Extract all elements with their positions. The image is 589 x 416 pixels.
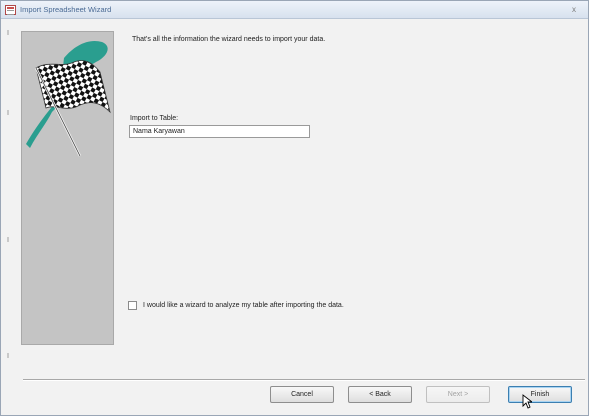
border-mark (7, 353, 9, 358)
border-mark (7, 30, 9, 35)
button-separator (23, 379, 585, 381)
import-to-table-input[interactable]: Nama Karyawan (129, 125, 310, 138)
window-title: Import Spreadsheet Wizard (20, 5, 112, 14)
mouse-pointer-icon (522, 394, 532, 409)
checkered-flag-icon (26, 40, 111, 157)
cancel-button[interactable]: Cancel (270, 386, 334, 403)
analyze-checkbox-label: I would like a wizard to analyze my tabl… (143, 302, 344, 309)
next-button[interactable]: Next > (426, 386, 490, 403)
close-button[interactable]: x (568, 4, 580, 15)
import-spreadsheet-wizard-window: Import Spreadsheet Wizard x That's all t… (0, 0, 589, 416)
access-app-icon (5, 5, 16, 15)
finish-button[interactable]: Finish (508, 386, 572, 403)
title-bar[interactable]: Import Spreadsheet Wizard x (1, 1, 588, 19)
analyze-checkbox[interactable] (128, 301, 137, 310)
back-button[interactable]: < Back (348, 386, 412, 403)
completion-message: That's all the information the wizard ne… (132, 36, 326, 43)
border-mark (7, 237, 9, 242)
wizard-graphic-panel (21, 31, 114, 345)
import-to-table-label: Import to Table: (130, 115, 179, 122)
border-mark (7, 110, 9, 115)
